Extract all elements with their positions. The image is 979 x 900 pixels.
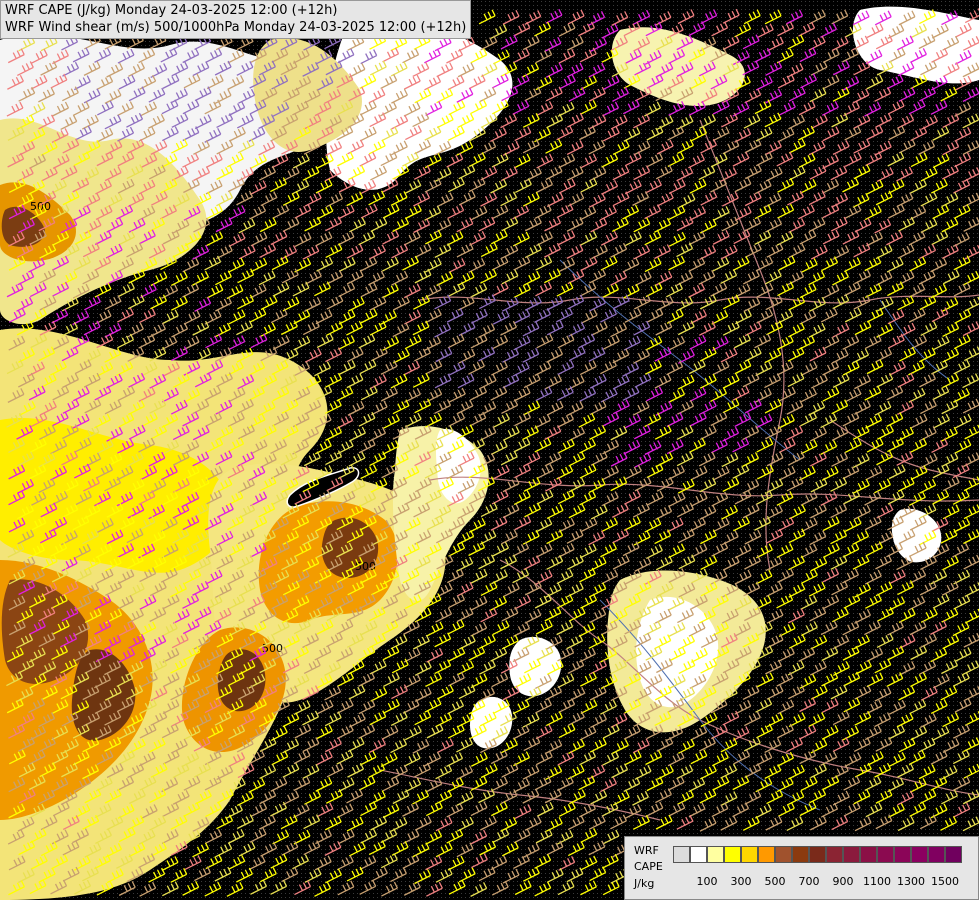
cape-wind-shear-map: 500 500 500: [0, 0, 979, 900]
legend-swatch: [877, 846, 894, 863]
legend-tick-label: 1300: [897, 875, 925, 888]
map-title-box: WRF CAPE (J/kg) Monday 24-03-2025 12:00 …: [0, 0, 472, 39]
legend-tick-label: 300: [730, 875, 752, 888]
legend-swatch: [690, 846, 707, 863]
legend-swatch: [758, 846, 775, 863]
legend-swatch: [809, 846, 826, 863]
legend-swatch: [724, 846, 741, 863]
legend-tick-label: 500: [764, 875, 786, 888]
legend-swatch: [826, 846, 843, 863]
legend-swatch: [894, 846, 911, 863]
legend-tick-label: 100: [696, 875, 718, 888]
map-title-cape: WRF CAPE (J/kg) Monday 24-03-2025 12:00 …: [5, 3, 338, 18]
legend-swatch: [707, 846, 724, 863]
legend-swatch: [843, 846, 860, 863]
legend-swatch: [673, 846, 690, 863]
cape-legend: WRF CAPE J/kg 100 300 500 700 900 1100 1300 150…: [624, 836, 979, 900]
legend-label-unit: J/kg: [634, 877, 655, 890]
legend-tick-label: 900: [832, 875, 854, 888]
legend-swatch: [741, 846, 758, 863]
map-stage: 500 500 500 WRF CAPE (J/kg) Monday 24-03…: [0, 0, 979, 900]
legend-label-model: WRF: [634, 844, 659, 857]
legend-swatch: [775, 846, 792, 863]
legend-swatch: [860, 846, 877, 863]
legend-tick-label: 700: [798, 875, 820, 888]
legend-tick-label: 1100: [863, 875, 891, 888]
legend-tick-label: 1500: [931, 875, 959, 888]
legend-swatch: [792, 846, 809, 863]
legend-swatch: [911, 846, 928, 863]
legend-swatch: [945, 846, 962, 863]
legend-label-field: CAPE: [634, 860, 663, 873]
legend-swatch: [928, 846, 945, 863]
map-title-wind-shear: WRF Wind shear (m/s) 500/1000hPa Monday …: [5, 20, 467, 35]
